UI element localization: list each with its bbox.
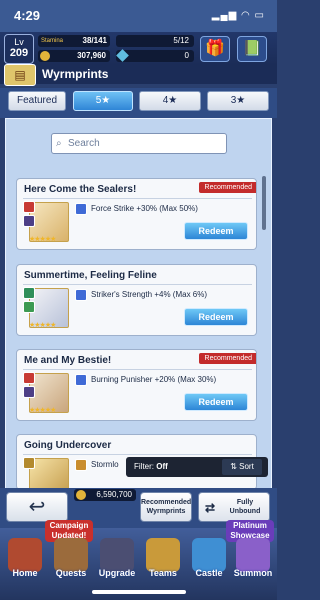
card-title: Summertime, Feeling Feline [24,270,157,281]
nav-upgrade-label: Upgrade [98,568,136,578]
teams-icon [146,538,180,572]
tab-5-star[interactable]: 5★ [73,91,133,111]
back-button[interactable]: ↩ [6,492,68,522]
gift-icon[interactable]: 🎁 [200,36,230,62]
wyrmprint-card[interactable]: Me and My Bestie! Recommended ★★★★★ Burn… [16,349,257,421]
level-value: 209 [9,47,29,59]
nav-upgrade[interactable]: Upgrade [94,538,140,584]
quests-icon [54,538,88,572]
fully-unbound-button[interactable]: ⇄ Fully Unbound [198,492,270,522]
rupies-value: 307,960 [77,51,106,60]
flame-element-icon [23,201,35,213]
ability-text: Striker's Strength +4% (Max 6%) [91,290,208,299]
status-bar: 4:29 ▂▄▆ ◠ ▭ [0,0,277,34]
campaign-label-1: Campaign [49,521,89,530]
filter-toggle[interactable]: Filter: Off [134,462,168,471]
castle-icon [192,538,226,572]
nav-quests[interactable]: Quests [48,538,94,584]
redeem-button[interactable]: Redeem [184,308,248,326]
rarity-stars: ★★★★★ [29,236,56,243]
nav-teams[interactable]: Teams [140,538,186,584]
ability-text: Stormlo [91,460,119,469]
ability-icon [75,289,87,301]
sort-button[interactable]: ⇅ Sort [222,459,262,475]
level-label: Lv [14,37,24,47]
wyrmprint-card[interactable]: Summertime, Feeling Feline ★★★★★ Striker… [16,264,257,336]
nav-castle-label: Castle [195,568,223,578]
status-time: 4:29 [14,8,41,23]
rupie-icon [40,51,50,61]
upgrade-icon [100,538,134,572]
stamina-label: Stamina [41,38,64,44]
unbound-label-1: Fully [236,499,254,506]
search-icon: ⌕ [56,138,62,149]
tab-featured[interactable]: Featured [8,91,66,111]
affinity-icon [23,215,35,227]
ability-icon [75,203,87,215]
tab-3-star[interactable]: 3★ [207,91,269,111]
ability-text: Force Strike +30% (Max 50%) [91,204,198,213]
nav-castle[interactable]: Castle [186,538,232,584]
search-placeholder: Search [68,138,100,149]
card-divider [23,454,252,455]
filter-label: Filter: [134,462,154,471]
affinity-icon [23,301,35,313]
page-title: Wyrmprints [42,67,109,81]
wind-element-icon [23,287,35,299]
recommended-label-1: Recommended [141,499,192,506]
gold-counter: 6,590,700 [74,489,136,501]
nav-teams-label: Teams [149,568,177,578]
home-indicator[interactable] [92,590,186,594]
filter-value: Off [156,462,168,471]
platinum-label-1: Platinum [233,521,267,530]
recommended-badge: Recommended [198,353,256,364]
nav-quests-label: Quests [55,568,87,578]
card-title: Going Undercover [24,440,112,451]
stamina-value: 38/141 [82,36,107,45]
rarity-stars: ★★★★★ [29,322,56,329]
redeem-button[interactable]: Redeem [184,393,248,411]
flame-element-icon [23,372,35,384]
card-divider [23,284,252,285]
getherwing-meter: 5/12 [116,35,194,47]
wyrmprint-card[interactable]: Here Come the Sealers! Recommended ★★★★★… [16,178,257,250]
journal-icon[interactable]: 📗 [237,36,267,62]
ability-icon [75,374,87,386]
ability-icon [75,459,87,471]
coin-icon [76,490,86,500]
redeem-button[interactable]: Redeem [184,222,248,240]
card-title: Here Come the Sealers! [24,184,137,195]
summon-icon [236,538,270,572]
light-element-icon [23,457,35,469]
unbound-label-2: Unbound [229,508,261,515]
stamina-meter: Stamina 38/141 [38,35,110,47]
rarity-stars: ★★★★★ [29,407,56,414]
list-scrollbar[interactable] [262,176,266,230]
getherwing-value: 5/12 [173,36,189,45]
tab-4-star[interactable]: 4★ [139,91,201,111]
wyrmprint-portrait [29,458,69,489]
status-icons: ▂▄▆ ◠ ▭ [211,10,265,21]
refresh-icon: ⇄ [205,501,216,515]
recommended-badge: Recommended [198,182,256,193]
affinity-icon [23,386,35,398]
nav-summon[interactable]: Summon [230,538,276,584]
search-input[interactable]: ⌕ Search [51,133,227,154]
sort-label: Sort [239,462,254,471]
nav-home[interactable]: Home [2,538,48,584]
gold-value: 6,590,700 [96,490,132,499]
recommended-wyrmprints-button[interactable]: Recommended Wyrmprints [140,492,192,522]
card-divider [23,198,252,199]
card-title: Me and My Bestie! [24,355,112,366]
ability-text: Burning Punisher +20% (Max 30%) [91,375,217,384]
recommended-label-2: Wyrmprints [146,508,186,515]
filter-sort-bar: Filter: Off ⇅ Sort [126,457,268,477]
nav-summon-label: Summon [233,568,273,578]
nav-home-label: Home [12,568,38,578]
player-level-badge[interactable]: Lv 209 [4,34,34,64]
wyrmite-value: 0 [184,51,189,60]
card-divider [23,369,252,370]
wyrmprint-icon: ▤ [4,64,36,86]
home-icon [8,538,42,572]
